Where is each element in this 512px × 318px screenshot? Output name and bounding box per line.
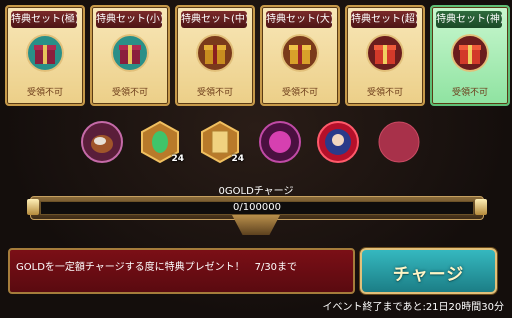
item-slot-5[interactable] [316, 120, 360, 164]
card-status: 受領不可 [281, 88, 318, 98]
charge-progress-value: 0/100000 [233, 202, 281, 213]
bar-ornament [232, 215, 280, 235]
card-title: 特典セット(極) [11, 11, 77, 28]
reward-card-6[interactable]: 特典セット(神) 受領不可 [430, 5, 510, 106]
card-title: 特典セット(神) [436, 11, 502, 28]
card-status: 受領不可 [366, 88, 403, 98]
bar-track: 0/100000 [40, 201, 474, 215]
card-status: 受領不可 [451, 88, 488, 98]
magenta-orb-icon [259, 121, 301, 163]
card-status: 受領不可 [26, 88, 63, 98]
charge-progress-label: 0GOLDチャージ [218, 186, 294, 197]
event-countdown: イベント終了まであと:21日20時間30分 [322, 302, 504, 313]
item-slot-2[interactable]: 24 [138, 120, 184, 164]
item-slot-1[interactable] [80, 120, 124, 164]
empty-slot-icon [378, 121, 420, 163]
card-title: 特典セット(大) [266, 11, 332, 28]
character-portrait-icon [317, 121, 359, 163]
item-slot-6[interactable] [377, 120, 421, 164]
reward-card-2[interactable]: 特典セット(小) 受領不可 [90, 5, 170, 106]
gift-box-icon [451, 34, 489, 72]
event-banner: GOLDを一定額チャージする度に特典プレゼント！ 7/30まで [8, 248, 355, 294]
gift-box-icon [196, 34, 234, 72]
charge-button[interactable]: チャージ [360, 248, 497, 294]
event-screen: 特典セット(極) 受領不可 特典セット(小) 受領不可 特典セット(中) 受領不… [0, 0, 512, 318]
item-slot-3[interactable]: 24 [198, 120, 244, 164]
gift-box-icon [281, 34, 319, 72]
item-count: 24 [171, 154, 184, 164]
gift-box-icon [111, 34, 149, 72]
charge-button-label: チャージ [392, 265, 465, 285]
card-title: 特典セット(小) [96, 11, 162, 28]
gift-box-icon [26, 34, 64, 72]
item-count: 24 [231, 154, 244, 164]
card-status: 受領不可 [111, 88, 148, 98]
card-title: 特典セット(中) [181, 11, 247, 28]
item-slot-4[interactable] [258, 120, 302, 164]
reward-cards: 特典セット(極) 受領不可 特典セット(小) 受領不可 特典セット(中) 受領不… [5, 5, 510, 106]
card-title: 特典セット(超) [351, 11, 417, 28]
reward-card-5[interactable]: 特典セット(超) 受領不可 [345, 5, 425, 106]
bar-right-cap [475, 199, 487, 215]
gift-box-icon [366, 34, 404, 72]
card-status: 受領不可 [196, 88, 233, 98]
pet-food-icon [81, 121, 123, 163]
bar-left-cap [27, 199, 39, 215]
banner-text: GOLDを一定額チャージする度に特典プレゼント！ 7/30まで [16, 262, 298, 273]
reward-card-3[interactable]: 特典セット(中) 受領不可 [175, 5, 255, 106]
reward-card-4[interactable]: 特典セット(大) 受領不可 [260, 5, 340, 106]
reward-card-1[interactable]: 特典セット(極) 受領不可 [5, 5, 85, 106]
